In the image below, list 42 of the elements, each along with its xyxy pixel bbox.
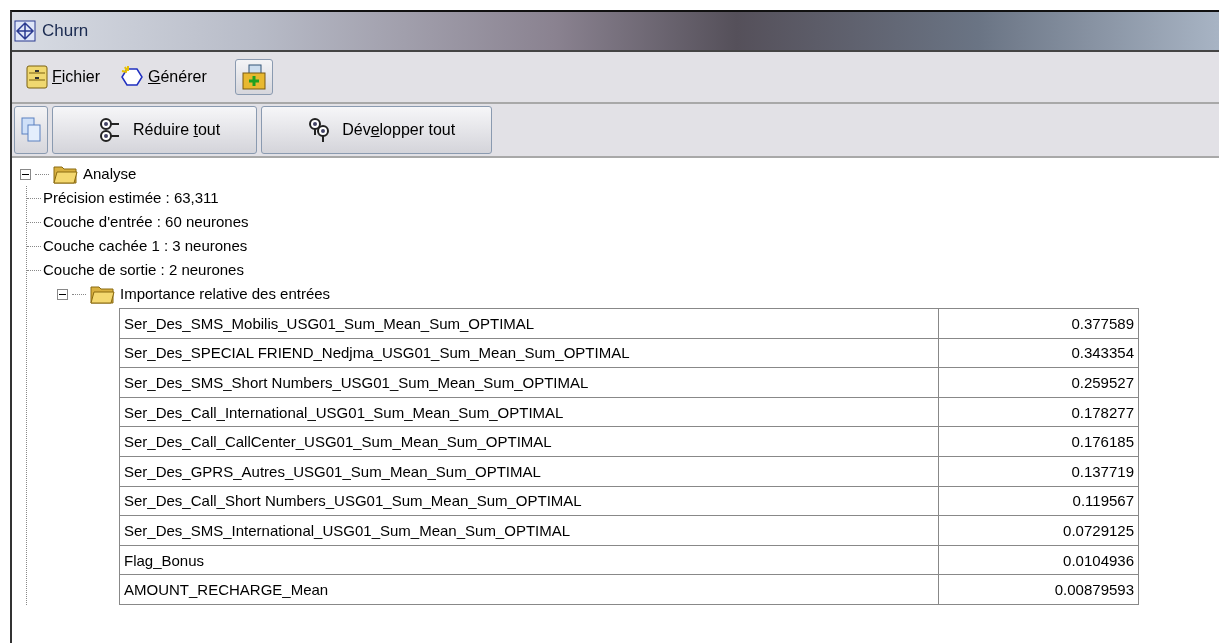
table-cell: Ser_Des_Call_Short Numbers_USG01_Sum_Mean_Sum_OPTIMAL (119, 486, 939, 516)
table-cell: 0.176185 (938, 426, 1139, 457)
window-title: Churn (42, 20, 89, 43)
add-button[interactable] (234, 59, 273, 95)
table-cell: Ser_Des_SMS_Mobilis_USG01_Sum_Mean_Sum_OPTIMAL (119, 308, 939, 339)
tree-leaf[interactable]: Couche d'entrée : 60 neurones (43, 210, 249, 234)
collapse-all-button[interactable]: Réduire tout (52, 106, 258, 154)
copy-icon (20, 116, 42, 144)
table-cell: 0.137719 (938, 456, 1139, 487)
expand-icon (308, 117, 331, 143)
copy-button[interactable] (14, 106, 48, 154)
table-cell: 0.00879593 (938, 574, 1139, 605)
tree-leaf[interactable]: Couche de sortie : 2 neurones (43, 258, 244, 282)
generate-menu[interactable]: Générer (112, 61, 215, 93)
folder-plus-icon (240, 63, 267, 91)
tree-leaf[interactable]: Couche cachée 1 : 3 neurones (43, 234, 248, 258)
table-cell: Ser_Des_GPRS_Autres_USG01_Sum_Mean_Sum_OPTIMAL (119, 456, 939, 487)
collapse-toggle[interactable] (57, 288, 68, 300)
table-cell: Ser_Des_SPECIAL FRIEND_Nedjma_USG01_Sum_Mean_Sum_OPTIMAL (119, 338, 939, 368)
hexagon-icon (120, 65, 144, 89)
table-cell: Flag_Bonus (119, 545, 939, 575)
app-icon (14, 20, 36, 42)
table-cell: 0.119567 (938, 486, 1139, 516)
tree-node[interactable]: Analyse (83, 162, 137, 186)
table-cell: 0.377589 (938, 308, 1139, 339)
table-cell: Ser_Des_SMS_Short Numbers_USG01_Sum_Mean_Sum_OPTIMAL (119, 367, 939, 398)
file-menu[interactable]: Fichier (18, 61, 108, 93)
expand-all-button[interactable]: Développer tout (261, 106, 493, 154)
tree-leaf[interactable]: Précision estimée : 63,311 (43, 186, 219, 210)
tree-node[interactable]: Importance relative des entrées (120, 282, 331, 306)
table-cell: 0.0104936 (938, 545, 1139, 575)
table-cell: 0.259527 (938, 367, 1139, 398)
table-cell: 0.0729125 (938, 515, 1139, 546)
collapse-icon (99, 117, 121, 143)
table-cell: Ser_Des_Call_International_USG01_Sum_Mean_Sum_OPTIMAL (119, 397, 939, 427)
table-cell: Ser_Des_SMS_International_USG01_Sum_Mean_Sum_OPTIMAL (119, 515, 939, 546)
drawer-icon (26, 65, 48, 89)
table-cell: Ser_Des_Call_CallCenter_USG01_Sum_Mean_Sum_OPTIMAL (119, 426, 939, 457)
table-cell: 0.178277 (938, 397, 1139, 427)
collapse-toggle[interactable] (20, 168, 31, 180)
table-cell: 0.343354 (938, 338, 1139, 368)
table-cell: AMOUNT_RECHARGE_Mean (119, 574, 939, 605)
